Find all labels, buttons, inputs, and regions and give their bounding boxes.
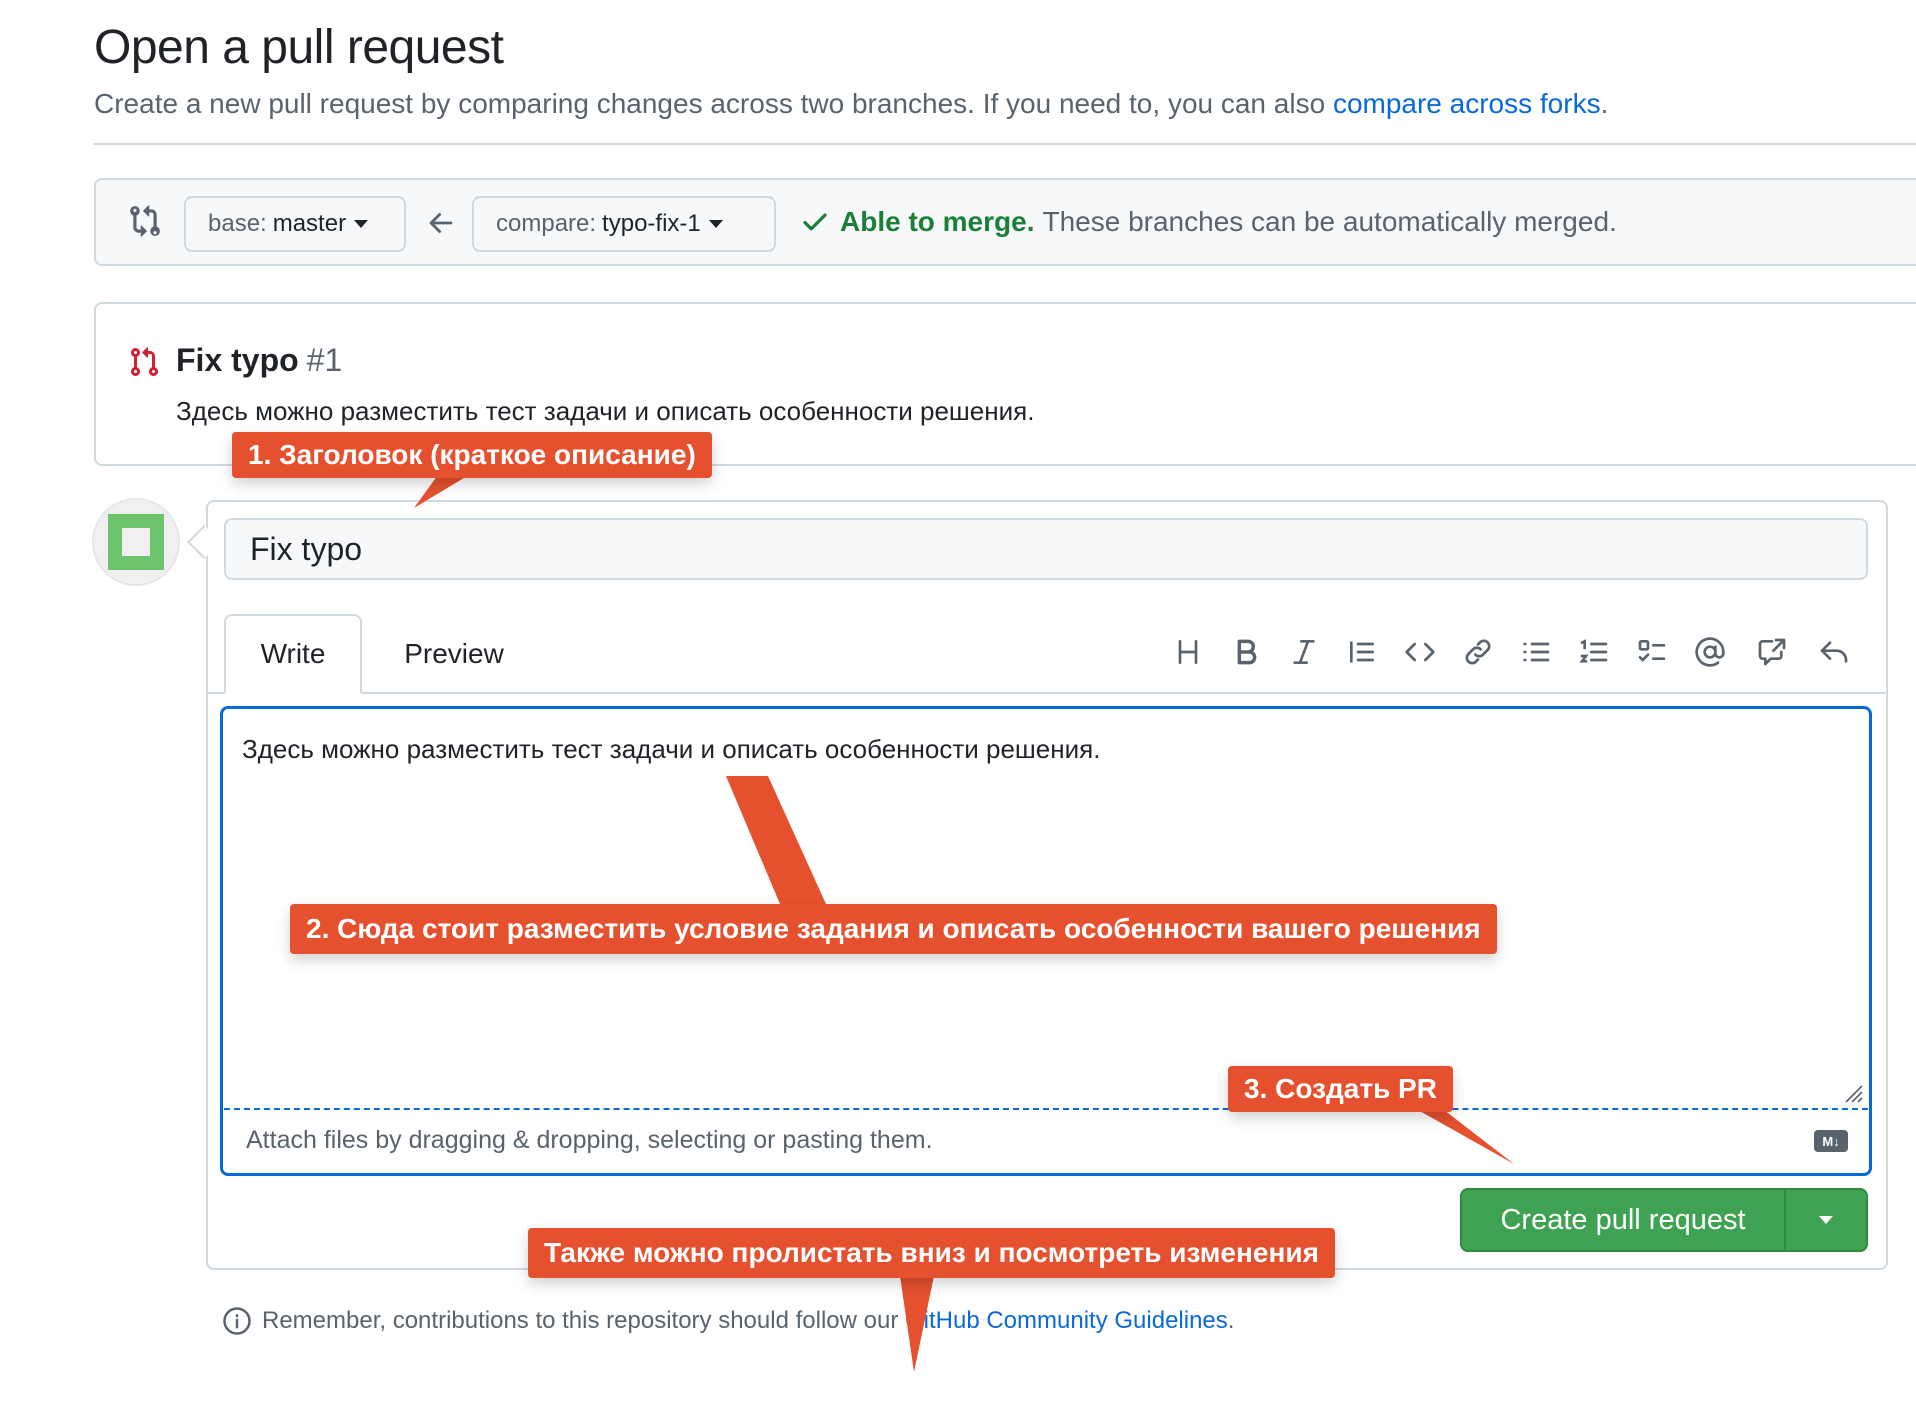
chevron-down-icon: [354, 220, 369, 228]
page-subtitle-end: .: [1600, 88, 1609, 119]
footer-end: .: [1227, 1307, 1235, 1334]
attach-divider: [224, 1108, 1868, 1110]
merge-status-ok: Able to merge.: [840, 206, 1035, 237]
cross-reference-icon[interactable]: [1750, 630, 1794, 674]
quote-icon[interactable]: [1340, 630, 1384, 674]
bulleted-list-icon[interactable]: [1514, 630, 1558, 674]
compare-branch-value: typo-fix-1: [602, 210, 701, 237]
pr-title-input[interactable]: [224, 518, 1868, 580]
git-compare-icon: [128, 204, 162, 238]
link-icon[interactable]: [1456, 630, 1500, 674]
header-divider: [94, 143, 1916, 145]
compare-branch-prefix: compare:: [496, 210, 597, 237]
base-branch-value: master: [272, 210, 347, 237]
create-pull-request-button[interactable]: Create pull request: [1462, 1190, 1786, 1250]
check-icon: [800, 207, 830, 237]
annotation-scroll-down: Также можно пролистать вниз и посмотреть…: [528, 1228, 1335, 1278]
chevron-down-icon: [1819, 1216, 1833, 1224]
bold-icon[interactable]: [1224, 630, 1268, 674]
create-pull-request-button-group: Create pull request: [1460, 1188, 1868, 1252]
compare-across-forks-link[interactable]: compare across forks: [1333, 88, 1601, 119]
tab-write[interactable]: Write: [224, 614, 362, 694]
code-icon[interactable]: [1398, 630, 1442, 674]
footer-text: Remember, contributions to this reposito…: [262, 1307, 899, 1334]
pull-request-icon: [128, 346, 162, 380]
mention-icon[interactable]: [1688, 630, 1732, 674]
compare-branch-select[interactable]: compare: typo-fix-1: [472, 196, 776, 252]
arrow-left-icon: [424, 206, 458, 240]
footer-note: Remember, contributions to this reposito…: [222, 1306, 1234, 1336]
info-icon: [222, 1306, 252, 1336]
pr-body-text: Здесь можно разместить тест задачи и опи…: [242, 734, 1101, 764]
merge-status: Able to merge. These branches can be aut…: [800, 206, 1617, 238]
pr-preview-title: Fix typo #1: [176, 342, 342, 379]
pr-preview-title-text: Fix typo: [176, 342, 299, 378]
base-branch-select[interactable]: base: master: [184, 196, 406, 252]
page-subtitle: Create a new pull request by comparing c…: [94, 88, 1608, 120]
attach-files-hint[interactable]: Attach files by dragging & dropping, sel…: [246, 1126, 933, 1155]
tab-preview[interactable]: Preview: [372, 614, 536, 694]
heading-icon[interactable]: [1166, 630, 1210, 674]
numbered-list-icon[interactable]: [1572, 630, 1616, 674]
page-title: Open a pull request: [94, 21, 504, 74]
annotation-title: 1. Заголовок (краткое описание): [232, 432, 712, 478]
chevron-down-icon: [708, 220, 723, 228]
italic-icon[interactable]: [1282, 630, 1326, 674]
create-pull-request-dropdown[interactable]: [1786, 1190, 1866, 1250]
pr-number: #1: [306, 342, 343, 378]
avatar: [92, 498, 180, 586]
reply-icon[interactable]: [1812, 630, 1856, 674]
resize-handle-icon[interactable]: [1840, 1080, 1864, 1104]
page-subtitle-text: Create a new pull request by comparing c…: [94, 88, 1326, 119]
annotation-create-pr: 3. Создать PR: [1228, 1066, 1453, 1112]
task-list-icon[interactable]: [1630, 630, 1674, 674]
pr-preview-body: Здесь можно разместить тест задачи и опи…: [176, 396, 1035, 426]
markdown-icon[interactable]: M↓: [1814, 1130, 1848, 1152]
community-guidelines-link[interactable]: GitHub Community Guidelines: [905, 1307, 1228, 1335]
merge-status-message: These branches can be automatically merg…: [1042, 206, 1617, 237]
annotation-body: 2. Сюда стоит разместить условие задания…: [290, 904, 1497, 954]
base-branch-prefix: base:: [208, 210, 267, 237]
